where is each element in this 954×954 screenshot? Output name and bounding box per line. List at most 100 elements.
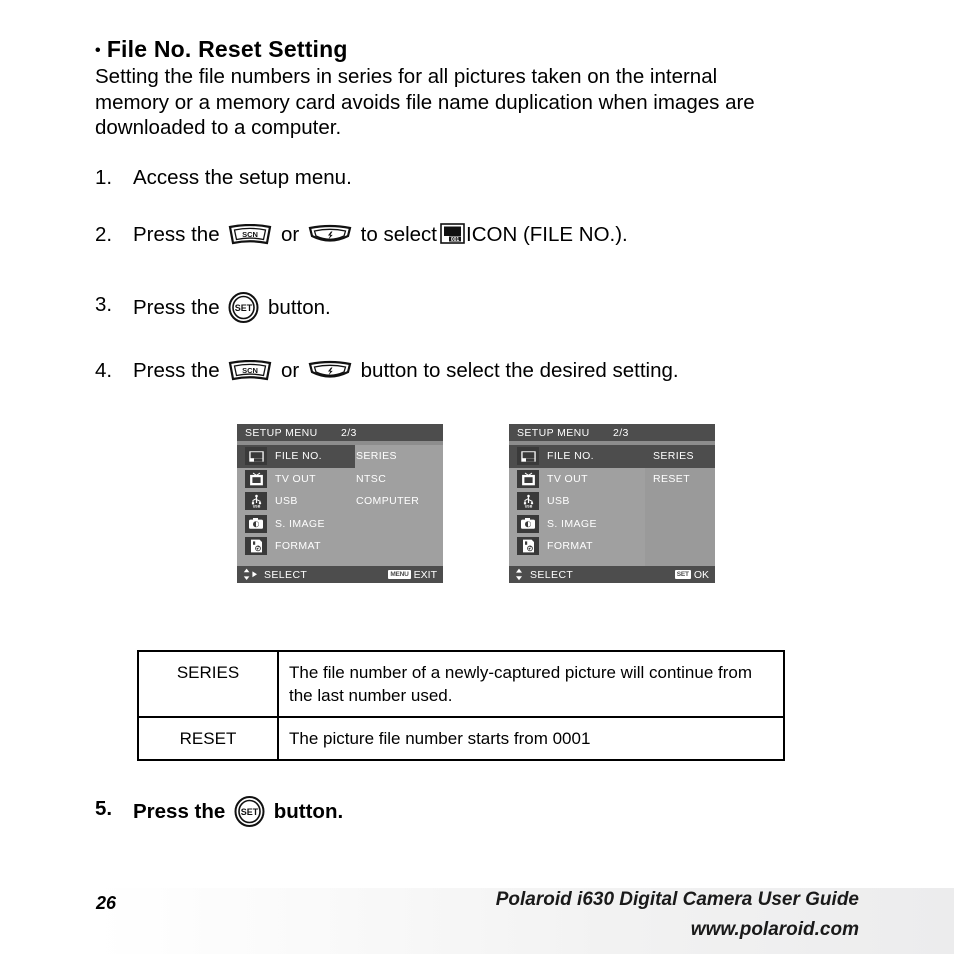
step-2-text-pre: Press the: [133, 223, 220, 246]
step-1-number: 1.: [95, 166, 113, 189]
lcd1-footer-exit-label: EXIT: [413, 568, 437, 581]
svg-text:USB: USB: [524, 505, 532, 509]
step-2-text-mid: or: [281, 223, 300, 246]
lcd2-body: FILE NO. TV OUT USB USB S. IMAGE FORMAT …: [509, 441, 715, 566]
lcd2-left-column: FILE NO. TV OUT USB USB S. IMAGE FORMAT: [509, 441, 645, 566]
lcd1-label-format: FORMAT: [275, 540, 321, 553]
manual-page: • File No. Reset Setting Setting the file…: [0, 0, 954, 954]
step-4-number: 4.: [95, 359, 113, 382]
table-desc-series-line-2: the last number used.: [289, 686, 453, 705]
step-2: 2. Press the SCN or to select 001 ICON (…: [95, 222, 628, 248]
page-title: • File No. Reset Setting: [95, 36, 348, 63]
lcd1-body: FILE NO. TV OUT USB USB S. IMAGE FORMAT …: [237, 441, 443, 566]
format-icon: [245, 537, 267, 556]
lcd2-option-reset[interactable]: RESET: [645, 468, 715, 491]
step-4-text-post: button to select the desired setting.: [360, 359, 679, 382]
svg-text:SET: SET: [235, 303, 253, 313]
lcd1-footer-bar: SELECT MENU EXIT: [237, 566, 443, 583]
step-1: 1. Access the setup menu.: [95, 165, 352, 191]
s-image-icon: [517, 514, 539, 533]
table-key-series: SERIES: [137, 650, 279, 718]
navigation-arrows-icon: [514, 568, 524, 581]
page-title-text: File No. Reset Setting: [106, 36, 348, 62]
lcd2-row-s-image[interactable]: S. IMAGE: [509, 513, 645, 536]
tv-out-icon: [245, 469, 267, 488]
lcd2-label-usb: USB: [547, 495, 570, 508]
table-desc-reset: The picture file number starts from 0001: [277, 716, 785, 761]
svg-text:001: 001: [451, 237, 460, 243]
menu-badge-icon: MENU: [388, 570, 411, 579]
lcd1-title-bar: SETUP MENU 2/3: [237, 424, 443, 441]
navigation-arrows-icon: [242, 568, 258, 581]
setup-menu-screen-2: SETUP MENU 2/3 FILE NO. TV OUT USB USB S…: [509, 424, 715, 583]
step-5-text-pre: Press the: [133, 800, 226, 823]
lcd1-label-s-image: S. IMAGE: [275, 517, 325, 530]
step-2-number: 2.: [95, 223, 113, 246]
lcd2-row-format[interactable]: FORMAT: [509, 535, 645, 558]
format-icon: [517, 537, 539, 556]
footer-text: Polaroid i630 Digital Camera User Guide …: [496, 885, 859, 945]
lcd2-footer-select-label: SELECT: [530, 568, 574, 581]
tv-out-icon: [517, 469, 539, 488]
lcd1-value-usb: COMPUTER: [356, 495, 420, 507]
usb-icon: USB: [517, 492, 539, 511]
step-4-text-pre: Press the: [133, 359, 220, 382]
flash-button-icon: [308, 224, 352, 246]
file-no-icon: 001: [440, 223, 465, 244]
lcd2-option-panel: SERIES RESET: [645, 441, 715, 566]
lcd2-option-series[interactable]: SERIES: [645, 445, 715, 468]
lcd1-footer-select-label: SELECT: [264, 568, 308, 581]
step-1-text: Access the setup menu.: [133, 166, 352, 189]
step-4: 4. Press the SCN or button to select the…: [95, 358, 679, 384]
lcd2-label-tv-out: TV OUT: [547, 472, 588, 485]
svg-text:SCN: SCN: [242, 366, 258, 375]
lcd2-label-s-image: S. IMAGE: [547, 517, 597, 530]
page-number: 26: [96, 893, 117, 913]
svg-text:USB: USB: [252, 505, 260, 509]
lcd2-footer-ok: SET OK: [674, 568, 709, 581]
scn-button-icon: SCN: [228, 224, 272, 246]
lcd2-row-file-no[interactable]: FILE NO.: [509, 445, 645, 468]
step-4-text-mid: or: [281, 359, 300, 382]
lcd1-title: SETUP MENU: [245, 426, 318, 439]
lcd1-footer-exit: MENU EXIT: [388, 569, 437, 581]
intro-paragraph: Setting the file numbers in series for a…: [95, 64, 861, 141]
bullet-icon: •: [95, 42, 101, 59]
svg-text:SET: SET: [241, 807, 259, 817]
intro-line-2: memory or a memory card avoids file name…: [95, 90, 755, 114]
table-desc-series: The file number of a newly-captured pict…: [277, 650, 785, 718]
lcd1-page-indicator: 2/3: [341, 426, 357, 439]
svg-text:SCN: SCN: [242, 230, 258, 239]
lcd2-row-tv-out[interactable]: TV OUT: [509, 468, 645, 491]
flash-button-icon: [308, 360, 352, 382]
table-key-reset: RESET: [137, 716, 279, 761]
footer-website[interactable]: www.polaroid.com: [496, 915, 859, 945]
table-row: SERIES The file number of a newly-captur…: [137, 650, 785, 718]
lcd2-menu-list: FILE NO. TV OUT USB USB S. IMAGE FORMAT: [509, 445, 645, 566]
lcd1-label-tv-out: TV OUT: [275, 472, 316, 485]
lcd2-title-bar: SETUP MENU 2/3: [509, 424, 715, 441]
footer-guide-title: Polaroid i630 Digital Camera User Guide: [495, 889, 859, 910]
step-3-number: 3.: [95, 293, 113, 316]
usb-icon: USB: [245, 492, 267, 511]
set-button-icon: SET: [228, 292, 259, 323]
set-badge-icon: SET: [674, 570, 691, 579]
lcd2-footer-bar: SELECT SET OK: [509, 566, 715, 583]
intro-line-3: downloaded to a computer.: [95, 116, 342, 139]
lcd1-value-format: [356, 535, 419, 558]
lcd2-page-indicator: 2/3: [613, 426, 629, 439]
scn-button-icon: SCN: [228, 360, 272, 382]
lcd1-label-file-no: FILE NO.: [275, 450, 322, 463]
set-button-icon: SET: [234, 796, 265, 827]
lcd2-footer-ok-label: OK: [693, 568, 709, 581]
intro-line-1: Setting the file numbers in series for a…: [95, 65, 718, 88]
step-3-text-post: button.: [268, 296, 331, 319]
step-2-text-post: to select: [360, 223, 438, 246]
table-desc-series-line-1: The file number of a newly-captured pict…: [289, 663, 752, 682]
lcd2-label-file-no: FILE NO.: [547, 450, 594, 463]
step-5: 5. Press the SET button.: [95, 796, 343, 827]
lcd2-row-usb[interactable]: USB USB: [509, 490, 645, 513]
table-row: RESET The picture file number starts fro…: [137, 716, 785, 761]
step-5-text-post: button.: [273, 800, 344, 823]
file-no-icon: [245, 447, 267, 466]
